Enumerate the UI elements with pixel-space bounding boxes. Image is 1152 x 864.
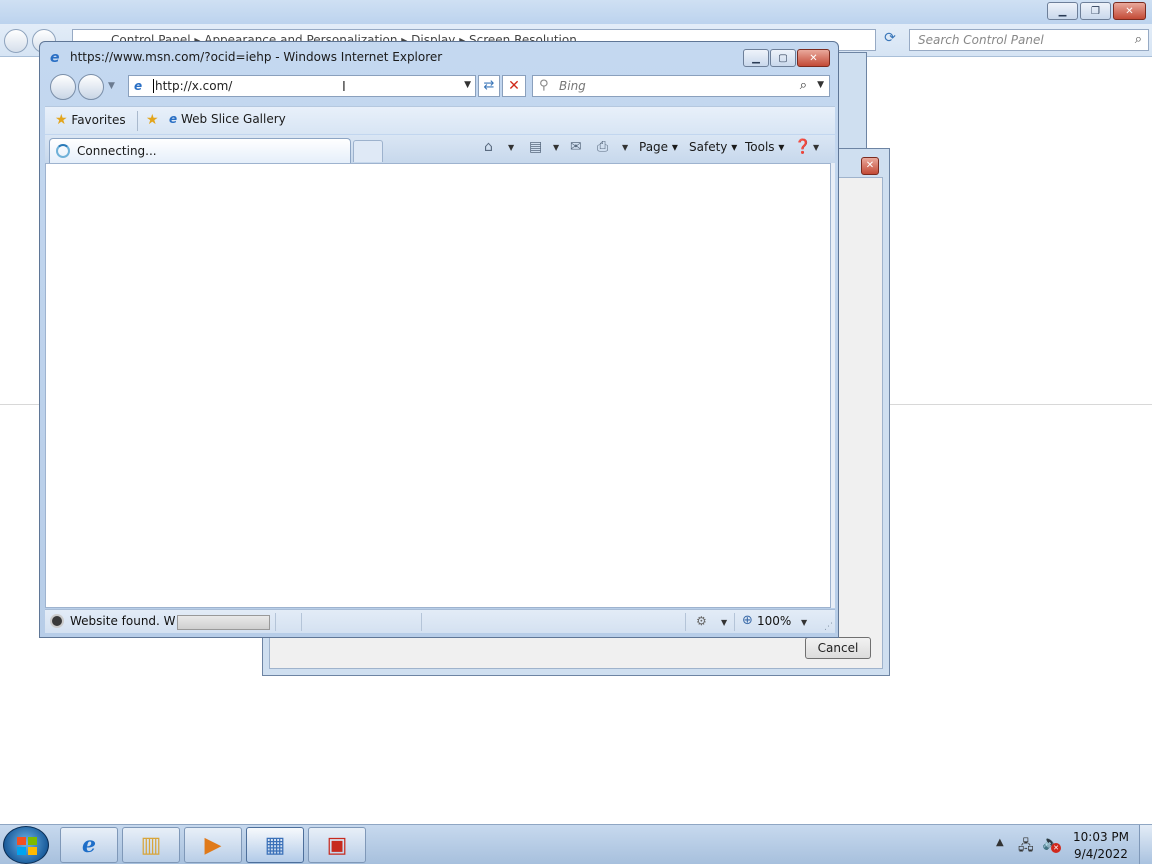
taskbar-internet-explorer[interactable]: e (60, 827, 118, 863)
network-icon[interactable]: 🖧 (1018, 835, 1034, 859)
divider (301, 613, 302, 631)
search-icon[interactable]: ⌕ (1135, 32, 1142, 47)
resize-grip-icon[interactable]: ⋰ (824, 622, 833, 632)
start-button[interactable] (3, 826, 49, 864)
taskbar: e ▥ ▶ ▦ ▣ ▲ 🖧 🔈 ✕ 10:03 PM 9/4/2022 (0, 824, 1152, 864)
refresh-icon[interactable]: ⇄ (478, 75, 500, 97)
ie-window-title: https://www.msn.com/?ocid=iehp - Windows… (70, 50, 443, 64)
divider (685, 613, 686, 631)
safety-menu-label: Safety (689, 140, 728, 154)
address-dropdown-icon[interactable]: ▼ (464, 80, 471, 90)
cp-close-button[interactable]: ✕ (1113, 2, 1146, 20)
tab-label: Connecting... (77, 144, 157, 158)
scrollbar[interactable] (831, 163, 835, 608)
print-icon[interactable]: ⎙ (597, 139, 608, 155)
progress-bar (177, 615, 270, 630)
ie-minimize-button[interactable]: ▁ (743, 49, 769, 67)
home-dropdown-icon[interactable]: ▼ (508, 143, 514, 152)
search-placeholder: Bing (559, 79, 586, 93)
cp-search-input[interactable]: Search Control Panel ⌕ (909, 29, 1149, 51)
divider (421, 613, 422, 631)
help-icon[interactable]: ❓ (794, 139, 811, 155)
tools-menu-label: Tools (745, 140, 775, 154)
zoom-level[interactable]: 100% (757, 614, 791, 628)
search-icon[interactable]: ⌕ (800, 78, 807, 93)
web-slice-gallery-label: Web Slice Gallery (180, 112, 286, 126)
mail-icon[interactable]: ✉ (570, 139, 582, 155)
command-bar: Connecting... ⌂ ▼ ▤ ▼ ✉ ⎙ ▼ Page ▾ Safet… (45, 135, 835, 164)
cp-restore-button[interactable]: ❐ (1080, 2, 1111, 20)
ie-maximize-button[interactable]: ▢ (770, 49, 796, 67)
toolbox-icon: ▣ (326, 832, 348, 858)
dialog-close-button[interactable]: ✕ (861, 157, 879, 175)
help-dropdown-icon[interactable]: ▼ (813, 143, 819, 152)
ie-logo-icon: e (82, 832, 96, 858)
stop-icon[interactable]: ✕ (502, 75, 526, 97)
search-dropdown-icon[interactable]: ▼ (817, 80, 824, 90)
windows-logo-icon (17, 837, 37, 855)
forward-button[interactable] (78, 74, 104, 100)
address-bar[interactable]: e http://x.com/ ▼ I (128, 75, 476, 97)
back-button[interactable] (50, 74, 76, 100)
media-player-icon: ▶ (204, 832, 222, 858)
taskbar-windows-explorer[interactable]: ▥ (122, 827, 180, 863)
clock-date[interactable]: 9/4/2022 (1071, 847, 1131, 861)
muted-icon: ✕ (1051, 843, 1061, 853)
zoom-icon[interactable]: ⊕ (742, 613, 753, 628)
status-text: Website found. Waiting for reply... (70, 614, 175, 628)
status-bar: Website found. Waiting for reply... ⚙ ▼ … (45, 609, 835, 633)
web-slice-gallery-link[interactable]: e Web Slice Gallery (169, 112, 286, 126)
ie-navigation-bar: ▼ e http://x.com/ ▼ I ⇄ ✕ ⚲ Bing ⌕ ▼ (40, 72, 838, 102)
search-input[interactable]: ⚲ Bing ⌕ ▼ (532, 75, 830, 97)
ie-window: e https://www.msn.com/?ocid=iehp - Windo… (39, 41, 839, 638)
new-tab-button[interactable] (353, 140, 383, 162)
cp-refresh-icon[interactable]: ⟳ (880, 30, 900, 50)
loading-spinner-icon (56, 144, 70, 158)
cp-back-button[interactable] (4, 29, 28, 53)
taskbar-control-panel[interactable]: ▦ (246, 827, 304, 863)
favorites-button[interactable]: ★ Favorites (55, 112, 126, 128)
taskbar-media-player[interactable]: ▶ (184, 827, 242, 863)
page-content-area[interactable] (45, 163, 831, 608)
favorites-label: Favorites (71, 113, 126, 127)
add-favorites-bar-icon[interactable]: ★ (146, 112, 159, 128)
favorites-bar: ★ Favorites ★ e Web Slice Gallery (45, 106, 835, 134)
zoom-dropdown-icon[interactable]: ▼ (801, 618, 807, 627)
print-dropdown-icon[interactable]: ▼ (622, 143, 628, 152)
control-panel-icon: ▦ (264, 832, 286, 858)
show-desktop-button[interactable] (1139, 825, 1152, 864)
ie-page-icon: e (169, 112, 178, 126)
tab-connecting[interactable]: Connecting... (49, 138, 351, 164)
home-icon[interactable]: ⌂ (484, 139, 493, 155)
cp-minimize-button[interactable]: ▁ (1047, 2, 1078, 20)
star-icon: ★ (55, 112, 68, 128)
text-cursor-icon: I (342, 80, 346, 95)
loading-clock-icon (50, 614, 64, 628)
protected-mode-icon[interactable]: ⚙ (696, 614, 707, 628)
show-hidden-icons-icon[interactable]: ▲ (996, 837, 1004, 848)
divider (734, 613, 735, 631)
folder-icon: ▥ (140, 832, 162, 858)
feeds-icon[interactable]: ▤ (529, 139, 542, 155)
feeds-dropdown-icon[interactable]: ▼ (553, 143, 559, 152)
zone-dropdown-icon[interactable]: ▼ (721, 618, 727, 627)
recent-pages-dropdown-icon[interactable]: ▼ (108, 81, 115, 91)
ie-close-button[interactable]: ✕ (797, 49, 830, 67)
cancel-button[interactable]: Cancel (805, 637, 871, 659)
tools-menu[interactable]: Tools ▾ (745, 140, 784, 154)
address-input[interactable]: http://x.com/ (153, 79, 232, 93)
divider (137, 111, 138, 131)
safety-menu[interactable]: Safety ▾ (689, 140, 737, 154)
ie-logo-icon: e (50, 50, 60, 66)
search-provider-icon: ⚲ (539, 78, 549, 93)
page-menu-label: Page (639, 140, 669, 154)
page-icon: e (134, 79, 143, 93)
clock-time[interactable]: 10:03 PM (1071, 830, 1131, 844)
divider (275, 613, 276, 631)
page-menu[interactable]: Page ▾ (639, 140, 678, 154)
taskbar-toolbox[interactable]: ▣ (308, 827, 366, 863)
control-panel-titlebar: ▁ ❐ ✕ (0, 0, 1152, 24)
cp-search-placeholder: Search Control Panel (918, 33, 1044, 47)
